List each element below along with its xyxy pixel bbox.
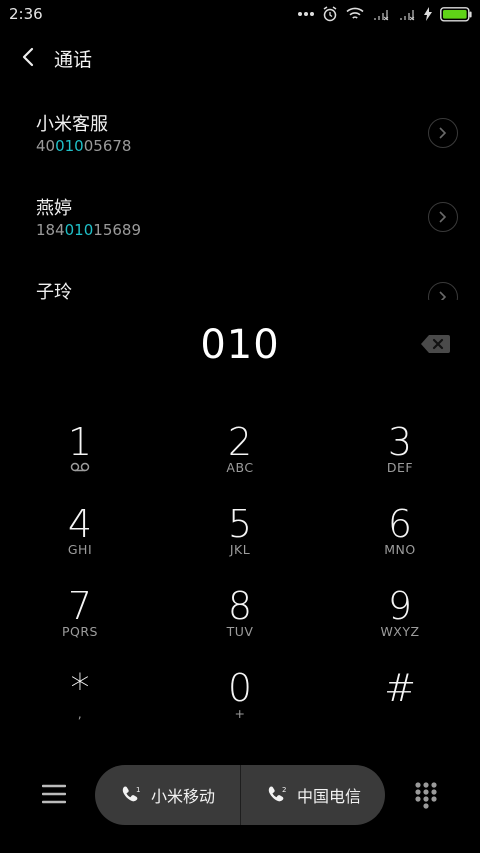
sim2-label: 中国电信 <box>296 787 361 806</box>
contact-row[interactable]: 燕婷 18401015689 <box>0 188 480 258</box>
call-sim1-button[interactable]: 1 小米移动 <box>95 765 240 825</box>
alarm-icon <box>323 6 337 22</box>
header: 通话 <box>0 40 480 76</box>
bottom-bar: 1 小米移动 2 中国电信 <box>0 765 480 827</box>
dialpad-icon[interactable] <box>414 781 438 809</box>
key-1[interactable]: 1 <box>0 412 160 494</box>
contact-detail-button[interactable] <box>428 202 458 232</box>
page-title: 通话 <box>54 49 93 71</box>
backspace-icon[interactable] <box>420 333 452 355</box>
charging-icon <box>424 7 432 21</box>
contact-row[interactable]: 小米客服 4001005678 <box>0 104 480 174</box>
chevron-right-icon <box>439 211 447 223</box>
key-5[interactable]: 5 JKL <box>160 494 320 576</box>
contact-number: 18401015689 <box>36 221 141 239</box>
contact-row[interactable]: 子玲 <box>0 272 480 300</box>
key-9[interactable]: 9 WXYZ <box>320 576 480 658</box>
key-hash[interactable]: # <box>320 658 480 740</box>
wifi-icon <box>346 7 364 19</box>
sim-call-buttons: 1 小米移动 2 中国电信 <box>95 765 385 825</box>
key-2[interactable]: 2 ABC <box>160 412 320 494</box>
status-bar: 2:36 <box>0 0 480 28</box>
chevron-right-icon <box>439 127 447 139</box>
sim1-label: 小米移动 <box>150 787 215 806</box>
svg-text:1: 1 <box>136 786 140 794</box>
back-arrow-icon[interactable] <box>18 46 40 68</box>
battery-icon <box>440 6 472 22</box>
phone-icon: 1 <box>122 786 140 802</box>
key-star[interactable]: *, <box>0 658 160 740</box>
key-0[interactable]: 0 + <box>160 658 320 740</box>
key-3[interactable]: 3 DEF <box>320 412 480 494</box>
contact-name: 燕婷 <box>36 198 72 219</box>
contact-results-list: 小米客服 4001005678 燕婷 18401015689 子玲 <box>0 100 480 300</box>
key-6[interactable]: 6 MNO <box>320 494 480 576</box>
contact-detail-button[interactable] <box>428 282 458 300</box>
svg-text:2: 2 <box>282 786 286 794</box>
contact-detail-button[interactable] <box>428 118 458 148</box>
menu-icon[interactable] <box>42 783 66 805</box>
key-4[interactable]: 4 GHI <box>0 494 160 576</box>
more-dots-icon <box>298 12 314 16</box>
contact-name: 子玲 <box>36 282 72 300</box>
call-sim2-button[interactable]: 2 中国电信 <box>240 765 385 825</box>
contact-number: 4001005678 <box>36 137 132 155</box>
signal-icon <box>374 10 389 21</box>
signal-icon <box>400 10 415 21</box>
contact-name: 小米客服 <box>36 114 108 135</box>
phone-icon: 2 <box>268 786 286 802</box>
key-8[interactable]: 8 TUV <box>160 576 320 658</box>
dialed-number-display: 010 <box>200 322 280 368</box>
key-7[interactable]: 7 PQRS <box>0 576 160 658</box>
status-time: 2:36 <box>9 5 43 23</box>
chevron-right-icon <box>439 291 447 300</box>
